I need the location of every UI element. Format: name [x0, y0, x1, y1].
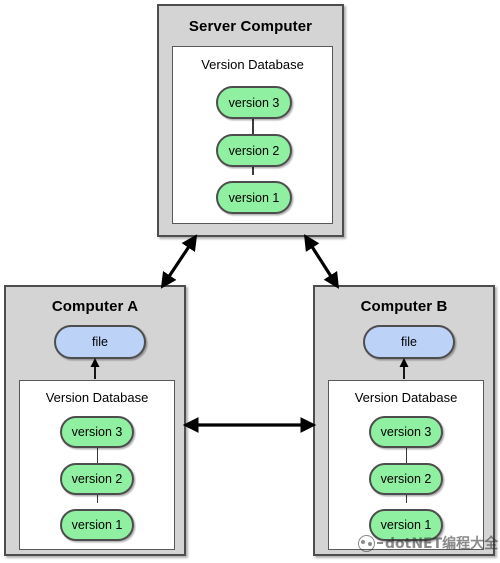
- computer-a-panel: Computer A file Version Database version…: [4, 285, 186, 556]
- computer-a-version-1-pill: version 1: [60, 509, 134, 541]
- arrow-server-to-computer-b: [303, 234, 340, 289]
- computer-b-title: Computer B: [360, 298, 448, 315]
- version-control-diagram: Server Computer Version Database version…: [0, 0, 500, 563]
- computer-b-version-2-pill: version 2: [369, 463, 443, 495]
- computer-b-panel: Computer B file Version Database version…: [313, 285, 495, 556]
- watermark: dotNET编程大全: [358, 533, 498, 553]
- server-computer-title: Server Computer: [188, 18, 313, 35]
- wechat-logo-icon: [358, 534, 375, 552]
- server-version-database-title: Version Database: [201, 57, 304, 72]
- computer-a-file-pill: file: [54, 325, 146, 359]
- computer-b-version-3-pill: version 3: [369, 416, 443, 448]
- watermark-dash: [377, 542, 383, 544]
- server-version-database: Version Database version 3 version 2 ver…: [172, 46, 333, 224]
- computer-b-file-pill: file: [363, 325, 455, 359]
- computer-a-version-3-pill: version 3: [60, 416, 134, 448]
- computer-a-version-database: Version Database version 3 version 2 ver…: [19, 380, 175, 550]
- server-version-1-pill: version 1: [216, 181, 292, 214]
- watermark-text: dotNET编程大全: [385, 536, 499, 552]
- computer-a-version-database-title: Version Database: [45, 390, 149, 405]
- computer-a-title: Computer A: [51, 298, 139, 315]
- server-version-2-pill: version 2: [216, 134, 292, 167]
- computer-b-version-database: Version Database version 3 version 2 ver…: [328, 380, 484, 550]
- server-version-3-pill: version 3: [216, 86, 292, 119]
- computer-b-version-database-title: Version Database: [354, 390, 458, 405]
- arrow-server-to-computer-a: [160, 234, 198, 289]
- server-computer-panel: Server Computer Version Database version…: [157, 4, 344, 237]
- computer-a-version-2-pill: version 2: [60, 463, 134, 495]
